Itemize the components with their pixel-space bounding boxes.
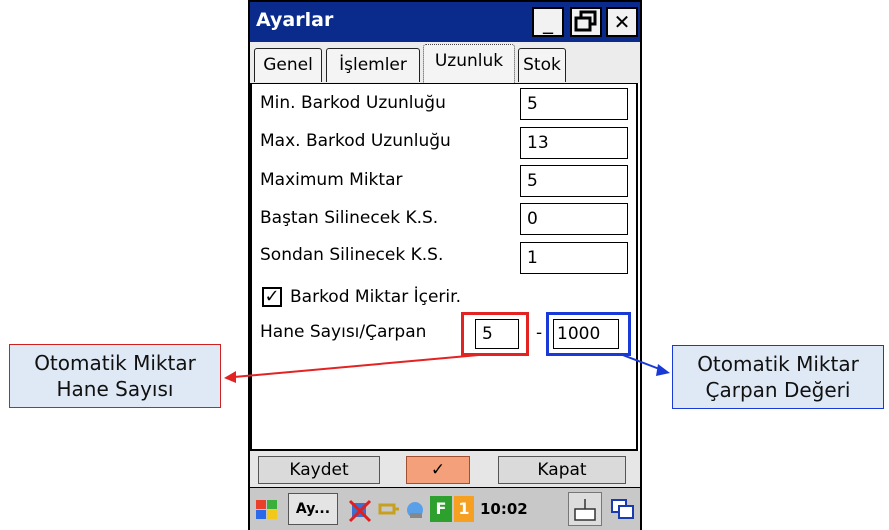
callout-arrows	[224, 353, 670, 383]
left-arrow-head	[224, 371, 236, 383]
left-arrow-line	[233, 353, 491, 378]
right-arrow-head	[656, 364, 670, 376]
right-arrow-line	[619, 353, 663, 371]
